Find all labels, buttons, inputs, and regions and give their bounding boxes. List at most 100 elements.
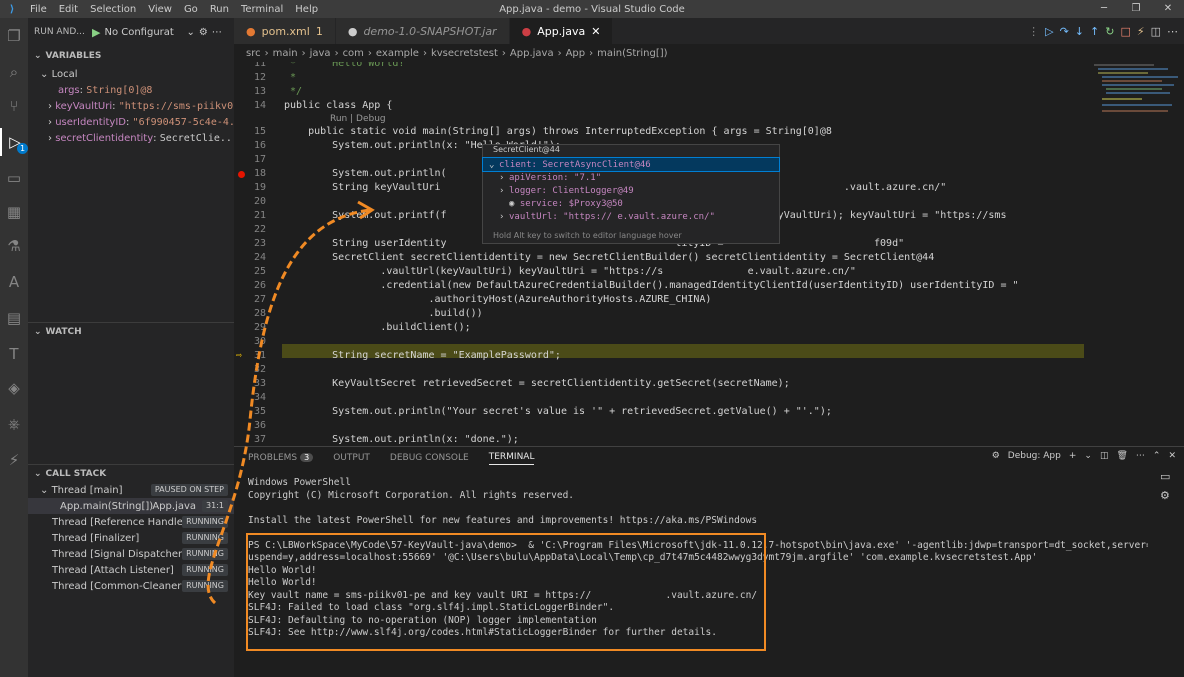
- hover-tree-item[interactable]: › logger: ClientLogger@49: [483, 184, 779, 197]
- line-number[interactable]: 32: [234, 364, 266, 375]
- line-number[interactable]: 28: [234, 308, 266, 319]
- code-line[interactable]: .vaultUrl(keyVaultUri) keyVaultUri = "ht…: [284, 266, 856, 277]
- minimize-icon[interactable]: ─: [1088, 0, 1120, 18]
- hover-tree-item[interactable]: ◉ service: $Proxy3@50: [483, 197, 779, 210]
- line-number[interactable]: 23: [234, 238, 266, 249]
- continue-icon[interactable]: ▷: [1045, 25, 1053, 38]
- thread-row[interactable]: Thread [Finalizer] RUNNING: [28, 530, 234, 546]
- breadcrumb-item[interactable]: main(String[]): [597, 48, 667, 59]
- menu-item-go[interactable]: Go: [178, 4, 204, 15]
- thread-main[interactable]: ⌄ Thread [main] PAUSED ON STEP: [28, 482, 234, 498]
- close-icon[interactable]: ✕: [591, 25, 600, 38]
- call-stack-section-header[interactable]: ⌄ CALL STACK: [28, 464, 234, 484]
- breadcrumb-item[interactable]: App.java: [510, 48, 554, 59]
- source-control-icon[interactable]: ⑂: [0, 92, 28, 120]
- variable-row[interactable]: › keyVaultUri: "https://sms-piikv0...: [28, 98, 234, 114]
- breadcrumb-item[interactable]: com: [343, 48, 364, 59]
- extensions-icon[interactable]: ▦: [0, 198, 28, 226]
- debug-terminal-icon[interactable]: ⚙: [1160, 489, 1180, 502]
- thread-row[interactable]: Thread [Signal Dispatcher] RUNNING: [28, 546, 234, 562]
- thread-row[interactable]: Thread [Reference Handler] RUNNING: [28, 514, 234, 530]
- code-editor[interactable]: 11 * Hello World! 12 * 13 */ 14 public class…: [234, 62, 1084, 446]
- breadcrumb-item[interactable]: kvsecretstest: [431, 48, 498, 59]
- menu-item-terminal[interactable]: Terminal: [235, 4, 289, 15]
- more-actions-icon[interactable]: ⋯: [1167, 25, 1178, 38]
- tab-terminal[interactable]: TERMINAL: [488, 452, 535, 465]
- debug-hover-widget[interactable]: SecretClient@44 ⌄ client: SecretAsyncClie…: [482, 144, 780, 244]
- thread-row[interactable]: Thread [Common-Cleaner] RUNNING: [28, 578, 234, 594]
- line-number[interactable]: 33: [234, 378, 266, 389]
- breakpoint-icon[interactable]: [238, 171, 245, 178]
- more-actions-icon[interactable]: ⋯: [212, 27, 222, 38]
- line-number[interactable]: 16: [234, 140, 266, 151]
- thread-row[interactable]: Thread [Attach Listener] RUNNING: [28, 562, 234, 578]
- step-over-icon[interactable]: ↷: [1060, 25, 1069, 38]
- variable-row[interactable]: args: String[0]@8: [28, 82, 234, 98]
- menu-item-selection[interactable]: Selection: [84, 4, 142, 15]
- split-editor-icon[interactable]: ◫: [1151, 25, 1161, 38]
- line-number[interactable]: 37: [234, 434, 266, 445]
- code-line[interactable]: public class App {: [284, 100, 392, 111]
- code-line[interactable]: * Hello World!: [284, 62, 404, 69]
- line-number[interactable]: 36: [234, 420, 266, 431]
- trash-icon[interactable]: 🗑: [1116, 451, 1127, 461]
- line-number[interactable]: 14: [234, 100, 266, 111]
- remote-explorer-icon[interactable]: ▭: [0, 164, 28, 192]
- tab-debug-console[interactable]: DEBUG CONSOLE: [390, 453, 469, 463]
- hover-tree-item[interactable]: › apiVersion: "7.1": [483, 171, 779, 184]
- line-number[interactable]: 30: [234, 336, 266, 347]
- gear-icon[interactable]: ⚙: [199, 27, 208, 38]
- close-icon[interactable]: ✕: [1152, 0, 1184, 18]
- docker-icon[interactable]: ◈: [0, 374, 28, 402]
- menu-item-file[interactable]: File: [24, 4, 53, 15]
- tab-pom-xml[interactable]: ● pom.xml 1: [234, 18, 336, 44]
- breadcrumb-item[interactable]: example: [376, 48, 419, 59]
- tab-problems[interactable]: PROBLEMS 3: [248, 453, 314, 463]
- azure-icon[interactable]: A: [0, 268, 28, 296]
- line-number[interactable]: 12: [234, 72, 266, 83]
- line-number[interactable]: 15: [234, 126, 266, 137]
- breadcrumb-item[interactable]: App: [566, 48, 586, 59]
- kubernetes-icon[interactable]: ⎈: [0, 410, 28, 438]
- hover-tree-item[interactable]: ⌄ client: SecretAsyncClient@46: [482, 157, 780, 172]
- local-scope[interactable]: ⌄ Local: [28, 66, 234, 82]
- code-line[interactable]: SecretClient secretClientidentity = new …: [284, 252, 934, 263]
- code-line[interactable]: System.out.println(x: "done.");: [284, 434, 519, 445]
- terminal-select[interactable]: Debug: App: [1008, 451, 1061, 461]
- teams-icon[interactable]: T: [0, 340, 28, 368]
- chevron-down-icon[interactable]: ⌄: [186, 27, 194, 38]
- code-line[interactable]: .build()): [284, 308, 482, 319]
- line-number[interactable]: 13: [234, 86, 266, 97]
- menu-item-help[interactable]: Help: [289, 4, 324, 15]
- code-line[interactable]: *: [284, 72, 296, 83]
- restart-icon[interactable]: ↻: [1105, 25, 1114, 38]
- maximize-panel-icon[interactable]: ⌃: [1153, 451, 1161, 461]
- code-line[interactable]: */: [284, 86, 302, 97]
- breadcrumb-item[interactable]: src: [246, 48, 261, 59]
- menu-item-view[interactable]: View: [142, 4, 178, 15]
- line-number[interactable]: 21: [234, 210, 266, 221]
- drag-handle-icon[interactable]: ⋮: [1028, 25, 1039, 38]
- explorer-icon[interactable]: ❐: [0, 22, 28, 50]
- search-icon[interactable]: ⌕: [0, 58, 28, 86]
- code-line[interactable]: System.out.println("Your secret's value …: [284, 406, 832, 417]
- step-out-icon[interactable]: ↑: [1090, 25, 1099, 38]
- code-line[interactable]: System.out.println(: [284, 168, 446, 179]
- line-number[interactable]: 24: [234, 252, 266, 263]
- testing-icon[interactable]: ⚗: [0, 232, 28, 260]
- hover-tree-item[interactable]: › vaultUrl: "https:// e.vault.azure.cn/": [483, 210, 779, 223]
- chevron-down-icon[interactable]: ⌄: [1084, 451, 1092, 461]
- line-number[interactable]: 34: [234, 392, 266, 403]
- line-number[interactable]: 22: [234, 224, 266, 235]
- breadcrumb-item[interactable]: java: [310, 48, 331, 59]
- watch-section-header[interactable]: ⌄ WATCH: [28, 322, 234, 342]
- code-line[interactable]: .authorityHost(AzureAuthorityHosts.AZURE…: [284, 294, 711, 305]
- tab-demo-1-0-snapshot-jar[interactable]: ● demo-1.0-SNAPSHOT.jar: [335, 18, 510, 44]
- code-line[interactable]: .buildClient();: [284, 322, 470, 333]
- tab-app-java[interactable]: ● App.java ✕: [509, 18, 614, 44]
- variable-row[interactable]: › secretClientidentity: SecretClie...: [28, 130, 234, 146]
- menu-item-run[interactable]: Run: [204, 4, 235, 15]
- breadcrumb-item[interactable]: main: [273, 48, 298, 59]
- terminal-tab-icon[interactable]: ▭: [1160, 470, 1180, 483]
- terminal-icon[interactable]: ▤: [0, 304, 28, 332]
